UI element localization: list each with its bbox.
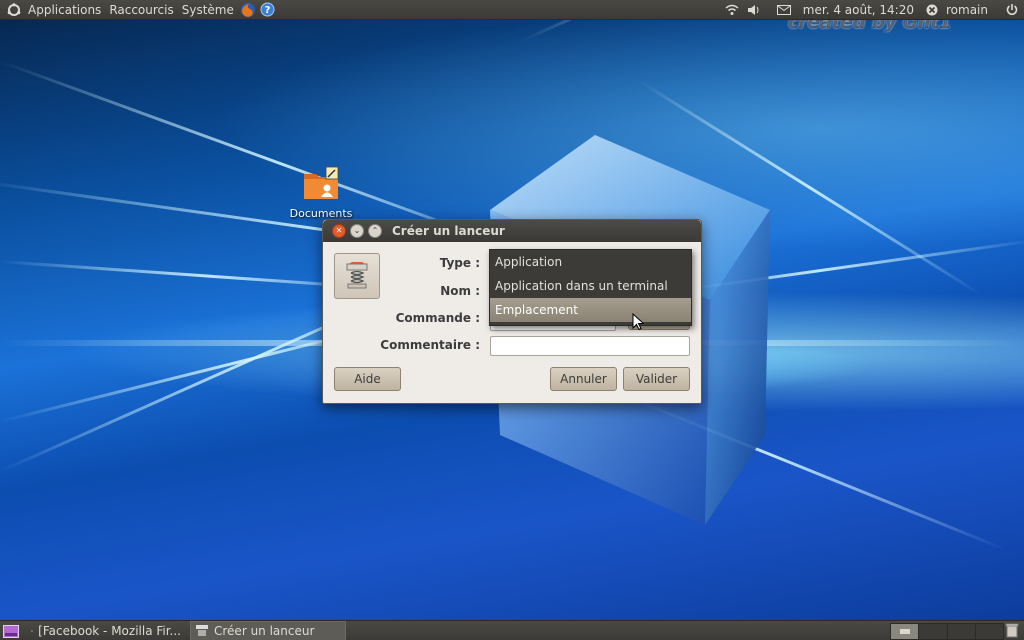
taskbar-item-launcher[interactable]: Créer un lanceur xyxy=(190,621,346,640)
comment-field[interactable] xyxy=(490,336,690,356)
svg-text:?: ? xyxy=(265,5,271,16)
command-label: Commande : xyxy=(395,311,480,325)
desktop: created by Gnt1 Documents Applications R… xyxy=(0,0,1024,640)
user-status-icon[interactable] xyxy=(926,4,938,16)
volume-icon[interactable] xyxy=(747,4,761,16)
workspace-3[interactable] xyxy=(946,624,975,639)
cancel-button[interactable]: Annuler xyxy=(550,367,617,391)
taskbar-item-label: Créer un lanceur xyxy=(214,624,315,638)
workspace-2[interactable] xyxy=(918,624,947,639)
user-name[interactable]: romain xyxy=(946,3,992,17)
taskbar-item-label: [Facebook - Mozilla Fir... xyxy=(38,624,181,638)
dialog-titlebar[interactable]: ✕ ⌄ ⌃ Créer un lanceur xyxy=(323,220,701,242)
dialog-title: Créer un lanceur xyxy=(392,224,505,238)
type-dropdown-menu: Application Application dans un terminal… xyxy=(489,249,692,326)
workspace-4[interactable] xyxy=(974,624,1003,639)
ubuntu-logo-icon[interactable] xyxy=(4,2,24,17)
menu-applications[interactable]: Applications xyxy=(24,3,105,17)
type-option-terminal[interactable]: Application dans un terminal xyxy=(490,274,691,298)
menu-systeme[interactable]: Système xyxy=(178,3,238,17)
workspace-1[interactable] xyxy=(891,624,919,639)
firefox-icon[interactable] xyxy=(238,2,258,18)
clock[interactable]: mer. 4 août, 14:20 xyxy=(799,3,918,17)
comment-label: Commentaire : xyxy=(380,338,480,352)
help-icon[interactable]: ? xyxy=(258,2,278,17)
minimize-icon[interactable]: ⌄ xyxy=(350,224,364,238)
menu-raccourcis[interactable]: Raccourcis xyxy=(105,3,177,17)
maximize-icon[interactable]: ⌃ xyxy=(368,224,382,238)
workspace-switcher[interactable] xyxy=(890,623,1004,640)
wifi-icon[interactable] xyxy=(725,4,739,16)
type-option-application[interactable]: Application xyxy=(490,250,691,274)
show-desktop-icon[interactable] xyxy=(0,624,22,638)
mouse-cursor-icon xyxy=(632,313,644,331)
type-label: Type : xyxy=(439,256,480,270)
launcher-icon xyxy=(196,625,208,636)
folder-documents-icon xyxy=(304,166,339,199)
close-icon[interactable]: ✕ xyxy=(332,224,346,238)
type-option-location[interactable]: Emplacement xyxy=(490,298,691,322)
taskbar-item-firefox[interactable]: [Facebook - Mozilla Fir... xyxy=(26,621,186,640)
desktop-icon-documents[interactable]: Documents xyxy=(286,166,356,220)
top-panel-indicators: mer. 4 août, 14:20 romain xyxy=(725,0,1018,19)
trash-icon[interactable] xyxy=(1005,623,1019,638)
help-button[interactable]: Aide xyxy=(334,367,401,391)
top-panel: Applications Raccourcis Système ? mer. 4… xyxy=(0,0,1024,20)
ok-button[interactable]: Valider xyxy=(623,367,690,391)
mail-icon[interactable] xyxy=(776,4,791,15)
bottom-panel: [Facebook - Mozilla Fir... Créer un lanc… xyxy=(0,620,1024,640)
firefox-icon xyxy=(31,630,34,632)
name-label: Nom : xyxy=(440,284,480,298)
power-icon[interactable] xyxy=(1006,3,1018,16)
